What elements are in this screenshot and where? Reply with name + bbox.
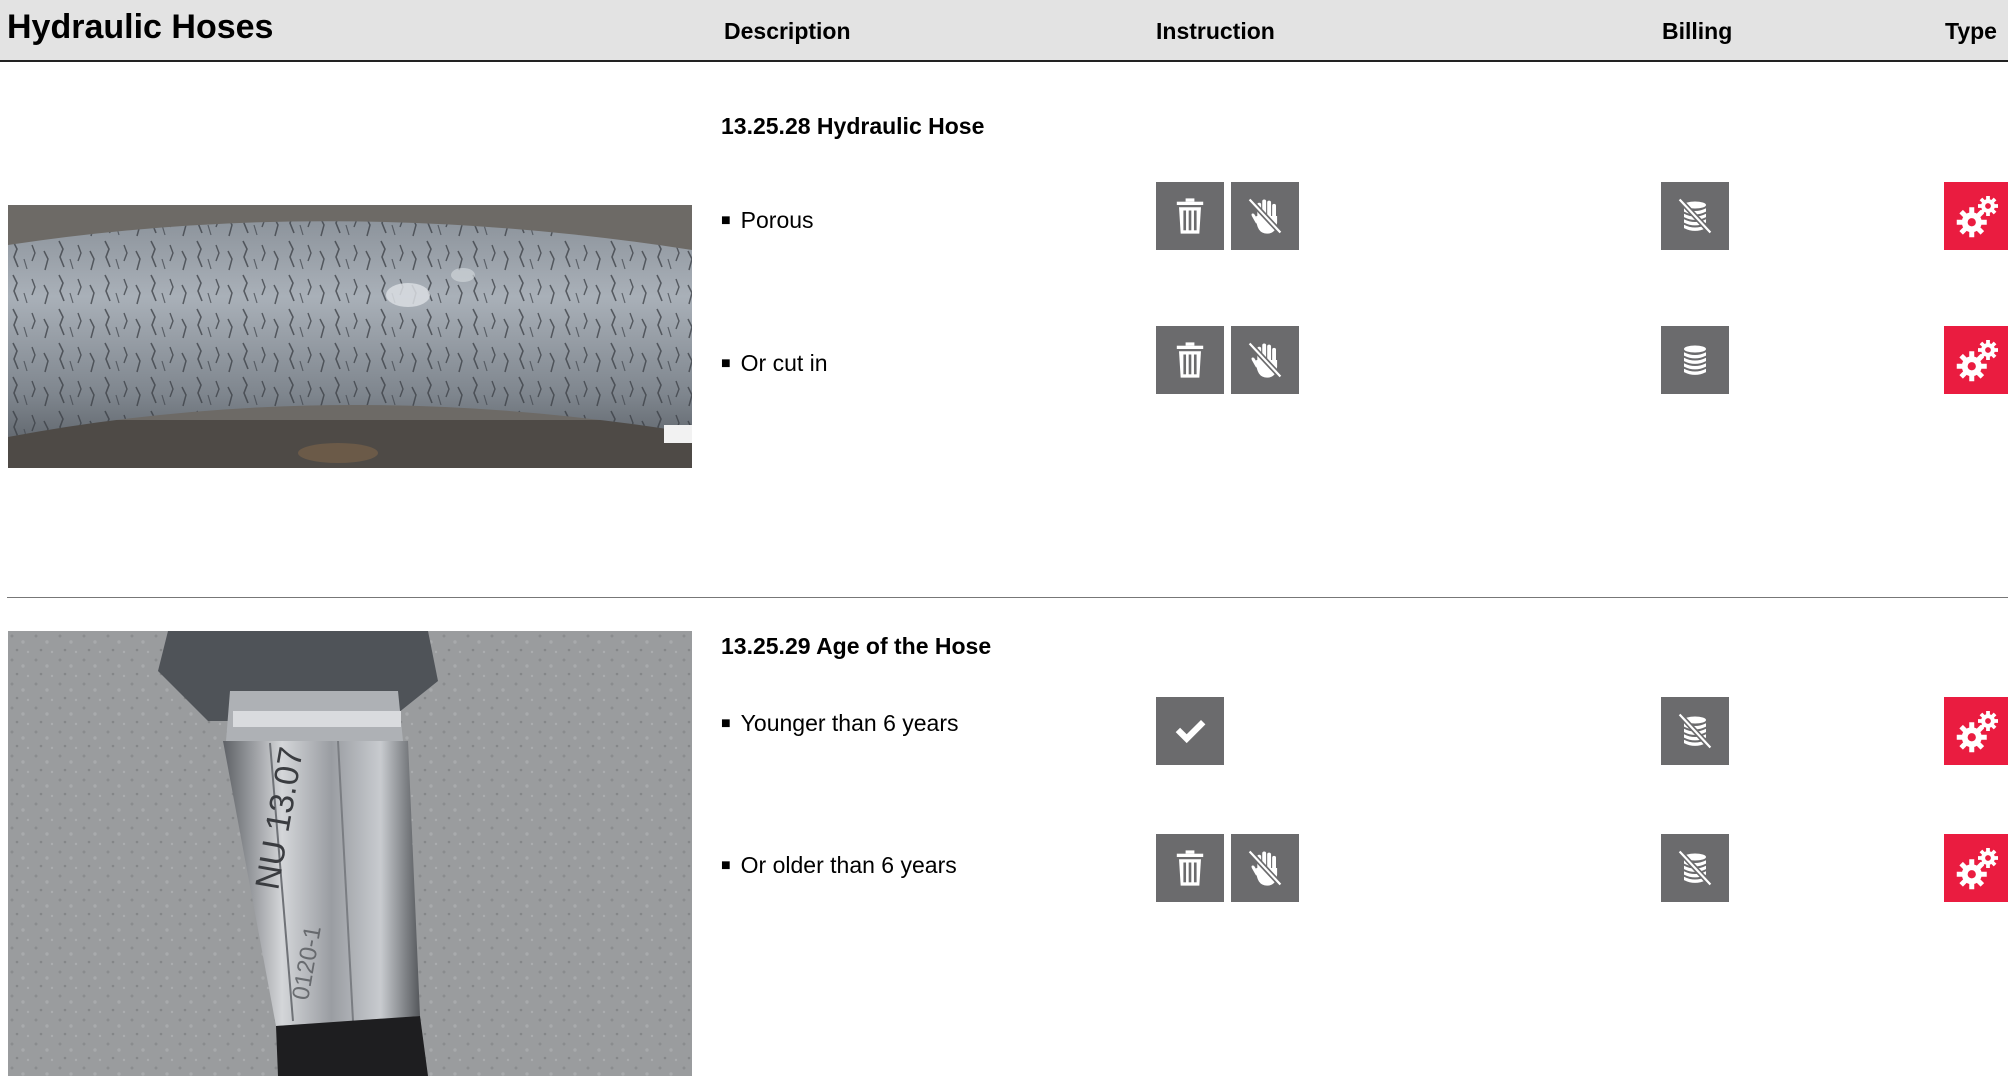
gears-icon[interactable] — [1944, 326, 2008, 394]
no-touch-icon[interactable] — [1231, 182, 1299, 250]
no-touch-icon[interactable] — [1231, 326, 1299, 394]
trash-icon[interactable] — [1156, 182, 1224, 250]
list-item: ■ Porous — [721, 207, 814, 234]
section-title: 13.25.28 Hydraulic Hose — [721, 113, 985, 139]
check-icon[interactable] — [1156, 697, 1224, 765]
list-item: ■ Or cut in — [721, 350, 828, 377]
item-label: Or older than 6 years — [740, 852, 957, 878]
billing-icon[interactable] — [1661, 326, 1729, 394]
no-touch-icon[interactable] — [1231, 834, 1299, 902]
section-divider — [7, 597, 2008, 598]
no-billing-icon[interactable] — [1661, 697, 1729, 765]
gears-icon[interactable] — [1944, 182, 2008, 250]
gears-icon[interactable] — [1944, 834, 2008, 902]
table-header: Hydraulic Hoses Description Instruction … — [0, 0, 2008, 62]
item-label: Porous — [740, 207, 814, 233]
page-title: Hydraulic Hoses — [7, 8, 274, 46]
column-header-description: Description — [724, 18, 851, 44]
cracked-hose-photo — [8, 205, 692, 468]
bullet: ■ — [721, 857, 731, 874]
list-item: ■ Younger than 6 years — [721, 710, 959, 737]
list-item: ■ Or older than 6 years — [721, 852, 957, 879]
item-label: Or cut in — [740, 350, 828, 376]
column-header-billing: Billing — [1662, 18, 1733, 44]
trash-icon[interactable] — [1156, 834, 1224, 902]
bullet: ■ — [721, 212, 731, 229]
trash-icon[interactable] — [1156, 326, 1224, 394]
gears-icon[interactable] — [1944, 697, 2008, 765]
bullet: ■ — [721, 715, 731, 732]
no-billing-icon[interactable] — [1661, 834, 1729, 902]
bullet: ■ — [721, 355, 731, 372]
item-label: Younger than 6 years — [740, 710, 959, 736]
hose-fitting-photo: NU 13.07 0120-1 — [8, 631, 692, 1076]
column-header-type: Type — [1945, 18, 1997, 44]
column-header-instruction: Instruction — [1156, 18, 1275, 44]
no-billing-icon[interactable] — [1661, 182, 1729, 250]
section-title: 13.25.29 Age of the Hose — [721, 633, 992, 659]
